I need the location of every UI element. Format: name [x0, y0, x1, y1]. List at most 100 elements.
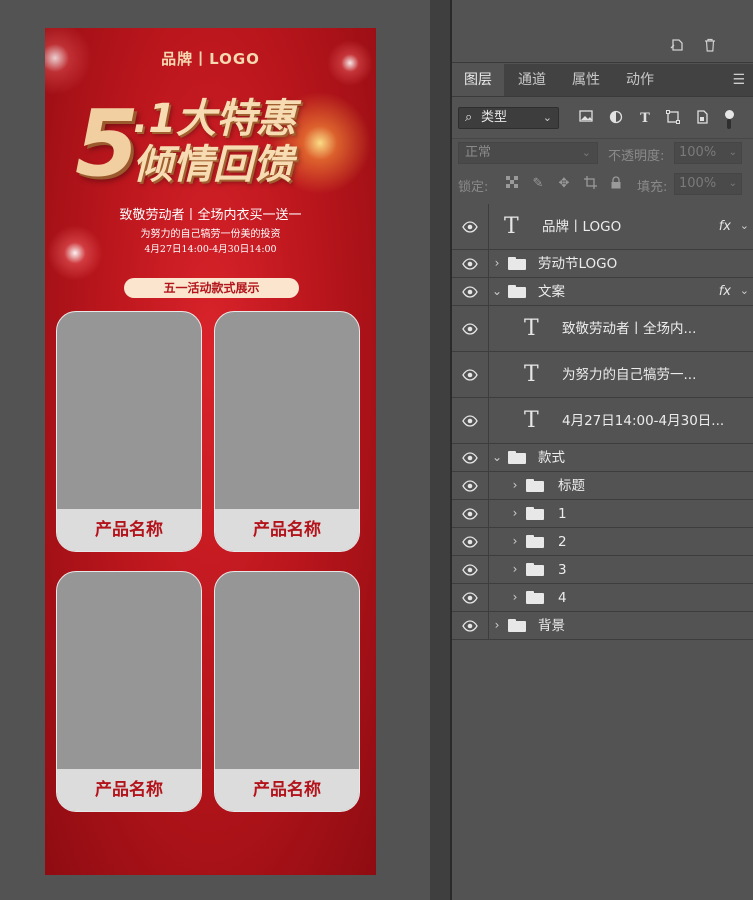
layer-row-styles-group[interactable]: ⌄ 款式	[452, 444, 753, 472]
headline-number: 5	[75, 90, 140, 197]
opacity-value: 100%	[679, 145, 717, 160]
eye-icon[interactable]	[462, 563, 478, 576]
lock-transparent-pixels-icon[interactable]	[504, 176, 520, 192]
layer-filter-row: ⌕ 类型 ⌄ T	[452, 104, 753, 134]
layer-row-group-3[interactable]: › 3	[452, 556, 753, 584]
chevron-right-icon[interactable]: ›	[510, 534, 520, 548]
layer-row-group-4[interactable]: › 4	[452, 584, 753, 612]
layer-row-group-2[interactable]: › 2	[452, 528, 753, 556]
blend-mode-select[interactable]: 正常 ⌄	[458, 142, 598, 164]
effects-icon[interactable]: fx	[719, 283, 731, 301]
chevron-right-icon[interactable]: ›	[492, 256, 502, 270]
visibility-cell[interactable]	[452, 556, 489, 583]
chevron-right-icon[interactable]: ›	[510, 590, 520, 604]
search-icon: ⌕	[465, 110, 473, 125]
layer-row-copy-line-3[interactable]: T 4月27日14:00-4月30日...	[452, 398, 753, 444]
type-filter-icon[interactable]: T	[636, 110, 654, 128]
visibility-cell[interactable]	[452, 584, 489, 611]
layer-name: 标题	[558, 477, 585, 494]
lock-position-icon[interactable]: ✥	[556, 176, 572, 192]
filter-kind-select[interactable]: ⌕ 类型 ⌄	[458, 107, 559, 129]
chevron-right-icon[interactable]: ›	[510, 478, 520, 492]
panel-menu-icon[interactable]: ☰	[732, 72, 745, 88]
fill-value: 100%	[679, 176, 717, 191]
visibility-cell[interactable]	[452, 398, 489, 443]
opacity-field[interactable]: 100% ⌄	[674, 142, 742, 164]
product-card: 产品名称	[56, 571, 202, 812]
layer-row-group-1[interactable]: › 1	[452, 500, 753, 528]
fill-label: 填充:	[637, 180, 668, 195]
smart-object-filter-icon[interactable]	[693, 110, 711, 128]
chevron-down-icon[interactable]: ⌄	[492, 284, 502, 298]
chevron-down-icon[interactable]: ⌄	[740, 219, 749, 232]
layer-name: 背景	[538, 617, 565, 634]
headline-line-2: 倾情回馈	[133, 142, 293, 188]
folder-icon	[526, 478, 544, 492]
layer-row-copy-group[interactable]: ⌄ 文案 fx ⌄	[452, 278, 753, 306]
chevron-down-icon: ⌄	[542, 111, 552, 124]
shape-filter-icon[interactable]	[664, 110, 682, 128]
new-document-icon[interactable]	[669, 38, 685, 54]
layer-row-copy-line-1[interactable]: T 致敬劳动者丨全场内...	[452, 306, 753, 352]
effects-icon[interactable]: fx	[719, 218, 731, 236]
eye-icon[interactable]	[462, 322, 478, 335]
product-name: 产品名称	[57, 509, 201, 551]
lock-all-icon[interactable]	[608, 176, 624, 192]
copy-line-3: 4月27日14:00-4月30日14:00	[144, 244, 277, 255]
eye-icon[interactable]	[462, 535, 478, 548]
tab-layers[interactable]: 图层	[452, 64, 504, 96]
canvas-area[interactable]: 品牌丨LOGO 5 .1大特惠 倾情回馈 致敬劳动者丨全场内衣买一送一 为努力的…	[0, 0, 430, 900]
product-name: 产品名称	[57, 769, 201, 811]
visibility-cell[interactable]	[452, 444, 489, 471]
visibility-cell[interactable]	[452, 612, 489, 639]
layer-name: 款式	[538, 449, 565, 466]
eye-icon[interactable]	[462, 285, 478, 298]
lock-artboard-icon[interactable]	[582, 176, 598, 192]
fill-field[interactable]: 100% ⌄	[674, 173, 742, 195]
artboard[interactable]: 品牌丨LOGO 5 .1大特惠 倾情回馈 致敬劳动者丨全场内衣买一送一 为努力的…	[45, 28, 376, 875]
tab-properties[interactable]: 属性	[560, 64, 612, 96]
eye-icon[interactable]	[462, 451, 478, 464]
visibility-cell[interactable]	[452, 528, 489, 555]
layer-row-labor-day-logo[interactable]: › 劳动节LOGO	[452, 250, 753, 278]
chevron-down-icon[interactable]: ⌄	[740, 284, 749, 297]
folder-icon	[508, 284, 526, 298]
chevron-right-icon[interactable]: ›	[492, 618, 502, 632]
pixel-filter-icon[interactable]	[577, 110, 595, 128]
tab-channels[interactable]: 通道	[506, 64, 558, 96]
chevron-right-icon[interactable]: ›	[510, 562, 520, 576]
copy-line-1: 致敬劳动者丨全场内衣买一送一	[119, 208, 302, 223]
folder-icon	[526, 534, 544, 548]
visibility-cell[interactable]	[452, 500, 489, 527]
visibility-cell[interactable]	[452, 352, 489, 397]
eye-icon[interactable]	[462, 591, 478, 604]
eye-icon[interactable]	[462, 479, 478, 492]
text-layer-icon: T	[524, 407, 539, 433]
eye-icon[interactable]	[462, 507, 478, 520]
visibility-cell[interactable]	[452, 250, 489, 277]
headline-line-1: .1大特惠	[133, 96, 297, 142]
eye-icon[interactable]	[462, 220, 478, 233]
visibility-cell[interactable]	[452, 278, 489, 305]
visibility-cell[interactable]	[452, 472, 489, 499]
layer-list: T 品牌丨LOGO fx ⌄ › 劳动节LOGO ⌄ 文案 fx ⌄ T 致敬劳…	[452, 204, 753, 640]
layer-row-brand-logo[interactable]: T 品牌丨LOGO fx ⌄	[452, 204, 753, 250]
eye-icon[interactable]	[462, 257, 478, 270]
chevron-down-icon: ⌄	[728, 178, 737, 189]
chevron-right-icon[interactable]: ›	[510, 506, 520, 520]
eye-icon[interactable]	[462, 368, 478, 381]
visibility-cell[interactable]	[452, 306, 489, 351]
layer-row-copy-line-2[interactable]: T 为努力的自己犒劳一...	[452, 352, 753, 398]
eye-icon[interactable]	[462, 619, 478, 632]
filter-toggle-switch[interactable]	[722, 110, 736, 130]
layer-name: 4月27日14:00-4月30日...	[562, 412, 725, 429]
lock-image-pixels-icon[interactable]: ✎	[530, 176, 546, 192]
trash-icon[interactable]	[702, 38, 718, 54]
visibility-cell[interactable]	[452, 204, 489, 249]
layer-row-title-group[interactable]: › 标题	[452, 472, 753, 500]
adjustment-filter-icon[interactable]	[607, 110, 625, 128]
layer-row-background-group[interactable]: › 背景	[452, 612, 753, 640]
chevron-down-icon[interactable]: ⌄	[492, 450, 502, 464]
eye-icon[interactable]	[462, 414, 478, 427]
tab-actions[interactable]: 动作	[614, 64, 666, 96]
